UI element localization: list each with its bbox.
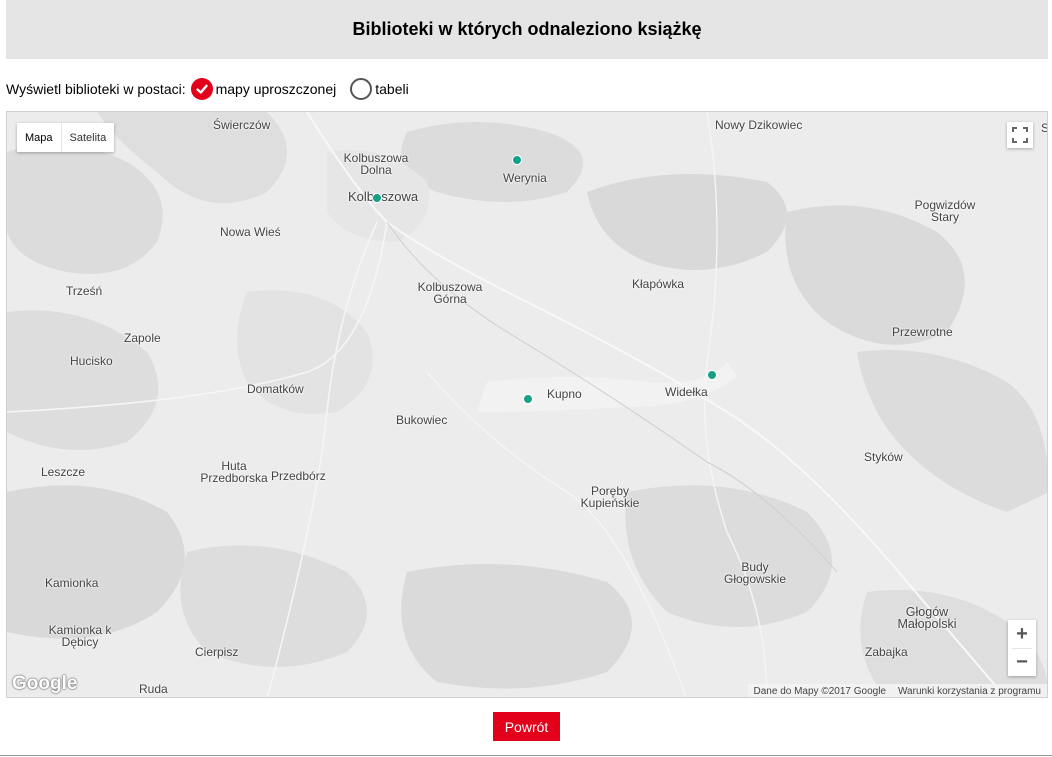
place-label: Budy Głogowskie [723, 560, 787, 586]
zoom-control: + − [1008, 620, 1036, 676]
library-marker[interactable] [372, 193, 382, 203]
place-label: Ruda [139, 682, 168, 696]
check-icon [195, 84, 208, 94]
place-label: Nowa Wieś [220, 225, 281, 239]
place-label: Zapole [124, 331, 161, 345]
place-label: Domatków [247, 382, 304, 396]
map-type-control: Mapa Satelita [17, 123, 115, 152]
place-label: Kolbuszowa Górna [417, 280, 483, 306]
place-label: Poręby Kupieńskie [580, 484, 640, 510]
map-data-attribution: Dane do Mapy ©2017 Google [753, 685, 886, 697]
place-label: Widełka [665, 385, 708, 399]
place-label: Przewrotne [892, 325, 953, 339]
page-title: Biblioteki w których odnaleziono książkę [352, 19, 702, 39]
page-header: Biblioteki w których odnaleziono książkę [6, 0, 1048, 59]
place-label: Huta Przedborska [200, 459, 268, 485]
place-label: Kolbuszowa Dolna [343, 151, 409, 177]
place-label: Hucisko [70, 354, 113, 368]
place-label: Głogów Małopolski [897, 605, 957, 631]
place-label: Leszcze [41, 465, 86, 479]
back-button[interactable]: Powrót [493, 712, 560, 741]
place-label: Bukowiec [396, 413, 448, 427]
library-marker[interactable] [523, 394, 533, 404]
google-logo: Google [12, 673, 78, 694]
fullscreen-button[interactable] [1007, 122, 1033, 148]
map-type-satellite-button[interactable]: Satelita [62, 123, 115, 152]
radio-table[interactable] [350, 78, 373, 100]
place-label: Kamionka [45, 576, 99, 590]
place-label: Styków [864, 450, 903, 464]
map-terms-link[interactable]: Warunki korzystania z programu [892, 686, 1047, 697]
fullscreen-icon [1012, 127, 1028, 143]
place-label: Kolbuszowa [348, 189, 419, 204]
place-label: Werynia [503, 171, 547, 185]
map-type-map-button[interactable]: Mapa [17, 123, 62, 152]
place-label: Kłapówka [632, 277, 685, 291]
zoom-in-button[interactable]: + [1008, 620, 1036, 648]
place-label: Trześń [66, 284, 103, 298]
place-label: Pogwizdów Stary [914, 198, 976, 224]
radio-map-selected[interactable] [190, 78, 213, 100]
library-marker[interactable] [512, 155, 522, 165]
zoom-out-button[interactable]: − [1008, 649, 1036, 676]
map-attribution: Dane do Mapy ©2017 Google Warunki korzys… [747, 684, 1047, 697]
map-view[interactable]: Mapa Satelita Świerczów Nowy Dzikowiec K… [6, 111, 1048, 698]
bottom-divider [0, 755, 1052, 756]
radio-table-label[interactable]: tabeli [375, 81, 408, 97]
place-label: Nowy Dzikowiec [715, 118, 803, 132]
view-toggle: Wyświetl biblioteki w postaci: mapy upro… [6, 77, 409, 101]
place-label: Cierpisz [195, 645, 239, 659]
view-toggle-label: Wyświetl biblioteki w postaci: [6, 81, 186, 97]
place-label: Świerczów [213, 118, 271, 132]
place-label: Kupno [547, 387, 582, 401]
library-marker[interactable] [707, 370, 717, 380]
place-label: Kamionka k Dębicy [48, 623, 112, 649]
place-label: Zabajka [865, 645, 908, 659]
place-label: Przedbórz [271, 469, 326, 483]
radio-map-label[interactable]: mapy uproszczonej [216, 81, 337, 97]
place-label: S [1041, 122, 1047, 134]
